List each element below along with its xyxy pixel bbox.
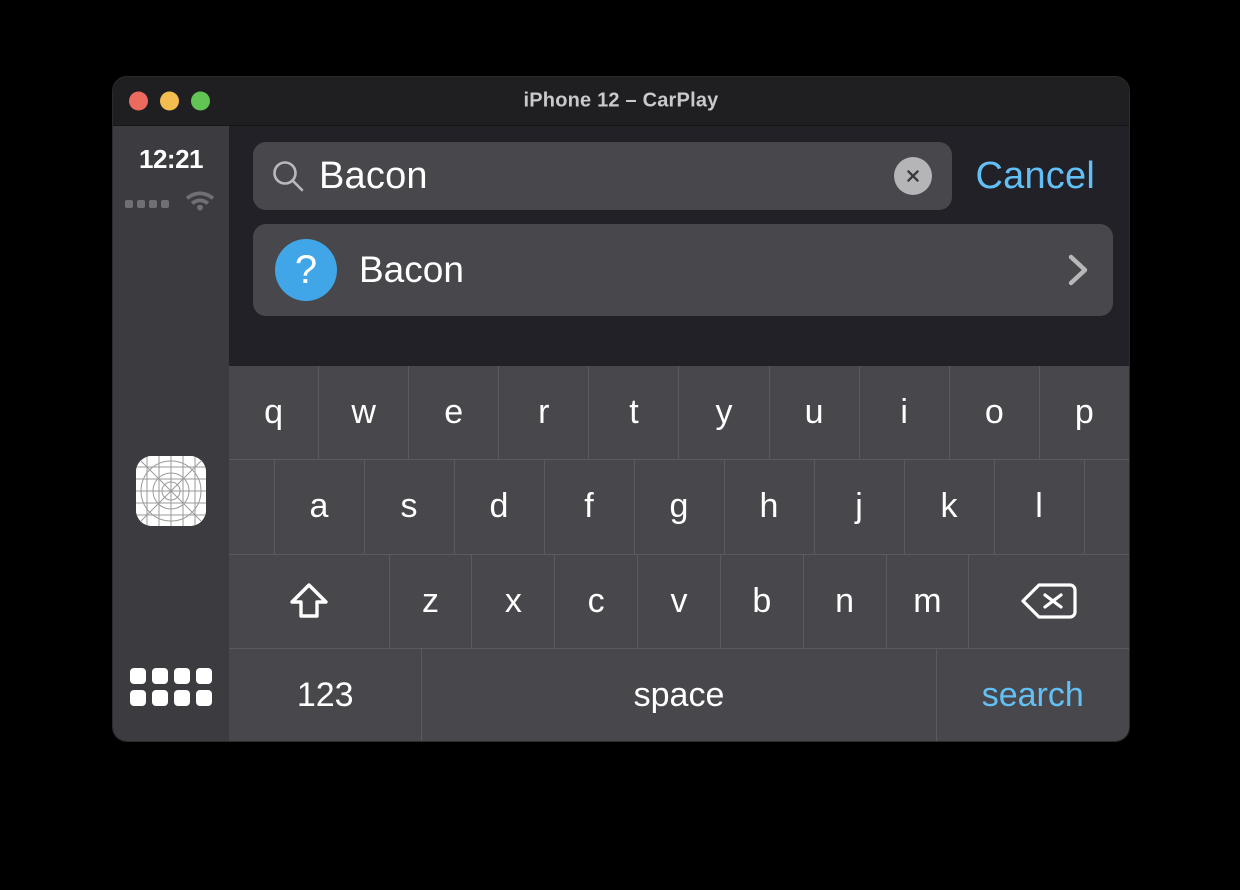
key-k[interactable]: k bbox=[903, 460, 994, 554]
key-d[interactable]: d bbox=[453, 460, 544, 554]
question-mark-icon: ? bbox=[275, 239, 337, 301]
key-b[interactable]: b bbox=[719, 554, 803, 648]
key-shift[interactable] bbox=[229, 555, 389, 648]
keyboard-row-2-right-pad bbox=[1083, 460, 1130, 554]
key-j[interactable]: j bbox=[813, 460, 904, 554]
search-input-value: Bacon bbox=[319, 155, 428, 197]
simulator-window: iPhone 12 – CarPlay 12:21 Bacon Cancel ?… bbox=[113, 77, 1129, 741]
chevron-right-icon bbox=[1068, 254, 1088, 286]
key-e[interactable]: e bbox=[408, 366, 498, 460]
onscreen-keyboard: q w e r t y u i o p a s d f g h j k l z … bbox=[229, 366, 1129, 741]
key-a[interactable]: a bbox=[273, 460, 364, 554]
status-time: 12:21 bbox=[139, 144, 204, 174]
key-g[interactable]: g bbox=[633, 460, 724, 554]
key-n[interactable]: n bbox=[802, 554, 886, 648]
key-c[interactable]: c bbox=[554, 554, 637, 648]
search-icon bbox=[273, 161, 304, 192]
key-v[interactable]: v bbox=[637, 554, 720, 648]
carplay-main: Bacon Cancel ? Bacon q w e r t y u i o p… bbox=[229, 126, 1129, 741]
placeholder-app-icon[interactable] bbox=[136, 456, 206, 526]
wifi-icon bbox=[185, 191, 215, 211]
key-q[interactable]: q bbox=[229, 366, 318, 459]
key-r[interactable]: r bbox=[498, 366, 588, 460]
search-result-label: Bacon bbox=[359, 249, 464, 290]
shift-icon bbox=[290, 583, 328, 618]
keyboard-row-3: z x c v b n m bbox=[229, 553, 1129, 648]
keyboard-row-1: q w e r t y u i o p bbox=[229, 366, 1129, 460]
screen-root: iPhone 12 – CarPlay 12:21 Bacon Cancel ?… bbox=[0, 0, 1240, 890]
key-numbers[interactable]: 123 bbox=[229, 649, 421, 741]
key-l[interactable]: l bbox=[993, 460, 1084, 554]
key-u[interactable]: u bbox=[768, 366, 859, 460]
status-indicators bbox=[125, 187, 217, 211]
key-h[interactable]: h bbox=[723, 460, 814, 554]
key-f[interactable]: f bbox=[543, 460, 634, 554]
key-i[interactable]: i bbox=[858, 366, 949, 460]
key-p[interactable]: p bbox=[1038, 366, 1129, 460]
key-m[interactable]: m bbox=[885, 554, 969, 648]
clear-icon[interactable] bbox=[893, 157, 932, 195]
search-result-row[interactable]: ? Bacon bbox=[253, 224, 1113, 316]
key-s[interactable]: s bbox=[363, 460, 454, 554]
cancel-button[interactable]: Cancel bbox=[966, 155, 1114, 198]
key-t[interactable]: t bbox=[588, 366, 678, 460]
keyboard-row-4: 123 space search bbox=[229, 647, 1129, 741]
key-space[interactable]: space bbox=[421, 648, 935, 741]
carplay-screen: 12:21 Bacon Cancel ? Bacon q w e r t y u… bbox=[113, 126, 1129, 741]
apps-grid-icon[interactable] bbox=[130, 668, 212, 706]
cellular-signal-icon bbox=[125, 200, 169, 208]
keyboard-row-2-left-pad bbox=[229, 460, 274, 553]
key-y[interactable]: y bbox=[678, 366, 768, 460]
carplay-sidebar: 12:21 bbox=[113, 126, 229, 741]
key-delete[interactable] bbox=[968, 554, 1129, 648]
delete-icon bbox=[1021, 583, 1077, 619]
key-z[interactable]: z bbox=[388, 554, 472, 648]
window-titlebar: iPhone 12 – CarPlay bbox=[113, 77, 1129, 126]
key-x[interactable]: x bbox=[471, 554, 554, 648]
search-row: Bacon Cancel bbox=[253, 142, 1113, 210]
search-area: Bacon Cancel bbox=[229, 126, 1129, 224]
window-title: iPhone 12 – CarPlay bbox=[523, 89, 719, 112]
search-input[interactable]: Bacon bbox=[253, 142, 952, 210]
key-o[interactable]: o bbox=[948, 366, 1039, 460]
keyboard-row-2: a s d f g h j k l bbox=[229, 459, 1130, 554]
key-search[interactable]: search bbox=[935, 648, 1129, 741]
key-w[interactable]: w bbox=[318, 366, 408, 460]
